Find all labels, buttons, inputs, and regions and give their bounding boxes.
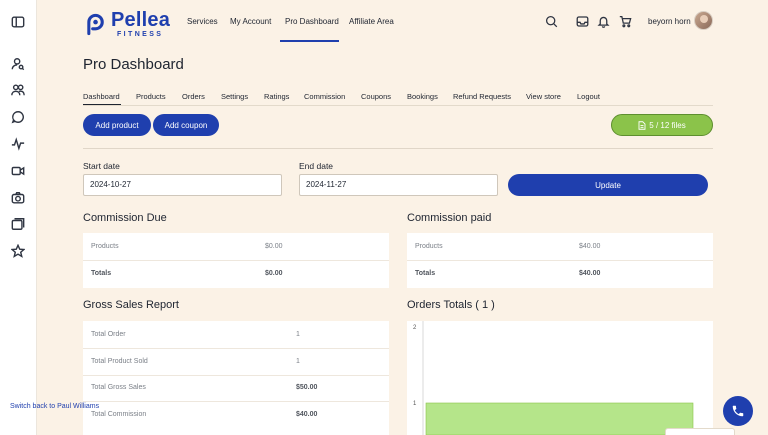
switch-back-link[interactable]: Switch back to Paul Williams <box>10 403 99 410</box>
row-label: Total Order <box>91 331 126 338</box>
orders-chart-svg: 21 <box>413 321 694 435</box>
row-label: Products <box>415 243 443 250</box>
row-value: 1 <box>296 331 300 338</box>
chat-icon[interactable] <box>11 110 25 124</box>
brand-name: Pellea <box>111 9 171 31</box>
tab-orders[interactable]: Orders <box>182 92 205 101</box>
brand-subtitle: FITNESS <box>117 31 164 38</box>
row-divider <box>83 260 389 261</box>
brand-logo[interactable]: Pellea FITNESS <box>85 10 170 38</box>
tab-commission[interactable]: Commission <box>304 92 345 101</box>
tab-bookings[interactable]: Bookings <box>407 92 438 101</box>
nav-my-account[interactable]: My Account <box>230 17 271 26</box>
chart-bar <box>425 402 694 435</box>
row-label: Total Gross Sales <box>91 384 146 391</box>
row-divider <box>407 260 713 261</box>
row-label: Totals <box>415 270 436 277</box>
row-value: $40.00 <box>579 243 601 250</box>
tab-view-store[interactable]: View store <box>526 92 561 101</box>
add-product-button[interactable]: Add product <box>83 114 151 136</box>
tab-ratings[interactable]: Ratings <box>264 92 289 101</box>
end-date-input[interactable]: 2024-11-27 <box>299 174 498 196</box>
top-navigation: Pellea FITNESS Services My Account Pro D… <box>37 0 768 44</box>
update-button[interactable]: Update <box>508 174 708 196</box>
commission-due-card: Products $0.00 Totals $0.00 <box>83 233 389 288</box>
user-name[interactable]: beyorn horn <box>648 17 691 26</box>
commission-due-title: Commission Due <box>83 212 167 224</box>
row-divider <box>83 401 389 402</box>
orders-totals-title: Orders Totals ( 1 ) <box>407 299 495 311</box>
row-label: Totals <box>91 270 112 277</box>
call-button[interactable] <box>723 396 753 426</box>
file-icon <box>638 120 646 130</box>
row-divider <box>83 348 389 349</box>
tabs-divider <box>83 105 713 106</box>
y-tick-label: 2 <box>413 325 417 331</box>
nav-pro-dashboard[interactable]: Pro Dashboard <box>285 17 339 26</box>
gallery-icon[interactable] <box>11 217 25 231</box>
nav-active-indicator <box>280 40 339 42</box>
orders-totals-chart: 21 <box>407 321 713 435</box>
section-divider <box>83 148 713 149</box>
cart-icon[interactable] <box>619 15 632 28</box>
nav-services[interactable]: Services <box>187 17 218 26</box>
star-icon[interactable] <box>11 244 25 258</box>
left-icon-rail <box>0 0 37 435</box>
row-label: Total Product Sold <box>91 358 148 365</box>
gross-sales-card: Total Order 1 Total Product Sold 1 Total… <box>83 321 389 435</box>
gross-sales-title: Gross Sales Report <box>83 299 179 311</box>
row-value: $0.00 <box>265 270 283 277</box>
y-tick-label: 1 <box>413 401 417 407</box>
row-divider <box>83 375 389 376</box>
camera-icon[interactable] <box>11 191 25 205</box>
inbox-icon[interactable] <box>576 15 589 28</box>
tab-dashboard[interactable]: Dashboard <box>83 92 120 101</box>
sidebar-toggle-icon[interactable] <box>11 15 25 29</box>
tab-settings[interactable]: Settings <box>221 92 248 101</box>
user-search-icon[interactable] <box>11 57 25 71</box>
row-value: $0.00 <box>265 243 283 250</box>
files-quota-button[interactable]: 5 / 12 files <box>611 114 713 136</box>
users-group-icon[interactable] <box>11 83 25 97</box>
row-value: $40.00 <box>579 270 601 277</box>
start-date-input[interactable]: 2024-10-27 <box>83 174 282 196</box>
end-date-label: End date <box>299 161 334 171</box>
search-icon[interactable] <box>545 15 558 28</box>
avatar[interactable] <box>694 11 713 30</box>
video-icon[interactable] <box>11 164 25 178</box>
pellea-logo-icon <box>87 13 104 36</box>
start-date-label: Start date <box>83 161 120 171</box>
row-label: Total Commission <box>91 411 147 418</box>
tab-logout[interactable]: Logout <box>577 92 600 101</box>
tab-refund-requests[interactable]: Refund Requests <box>453 92 511 101</box>
row-value: $40.00 <box>296 411 318 418</box>
commission-paid-title: Commission paid <box>407 212 492 224</box>
phone-icon <box>732 405 744 417</box>
tab-coupons[interactable]: Coupons <box>361 92 391 101</box>
chat-widget-tab[interactable] <box>665 428 735 435</box>
nav-affiliate-area[interactable]: Affiliate Area <box>349 17 394 26</box>
page-title: Pro Dashboard <box>83 56 184 73</box>
row-value: 1 <box>296 358 300 365</box>
activity-icon[interactable] <box>11 137 25 151</box>
bell-icon[interactable] <box>597 15 610 28</box>
row-value: $50.00 <box>296 384 318 391</box>
add-coupon-button[interactable]: Add coupon <box>153 114 219 136</box>
commission-paid-card: Products $40.00 Totals $40.00 <box>407 233 713 288</box>
files-quota-label: 5 / 12 files <box>649 120 686 130</box>
tab-products[interactable]: Products <box>136 92 166 101</box>
row-label: Products <box>91 243 119 250</box>
